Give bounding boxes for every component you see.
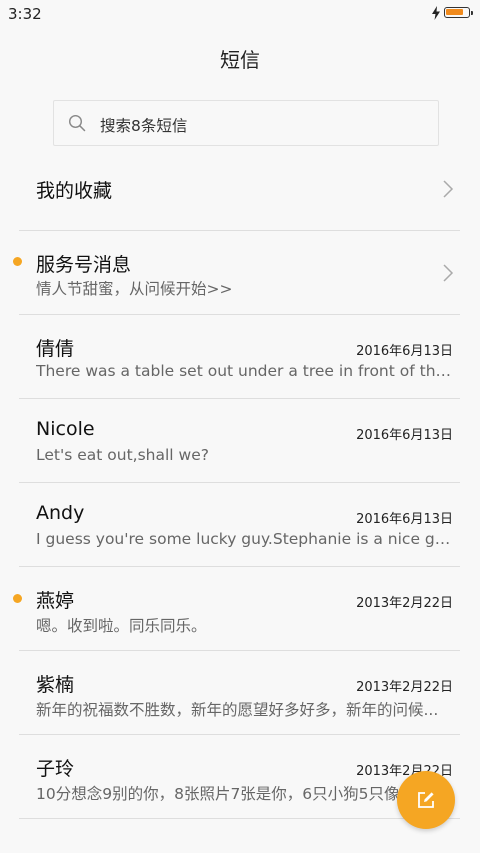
contact-name: 燕婷 xyxy=(36,590,75,612)
chevron-right-icon xyxy=(443,180,454,198)
conversation-row[interactable]: 紫楠 2013年2月22日新年的祝福数不胜数，新年的愿望好多好多，新年的问候... xyxy=(0,651,480,735)
divider xyxy=(19,818,460,819)
conversation-row[interactable]: Nicole 2016年6月13日 Let's eat out,shall we? xyxy=(0,399,480,483)
conversation-row[interactable]: 燕婷 2013年2月22日嗯。收到啦。同乐同乐。 xyxy=(0,567,480,651)
status-bar: 3:32 xyxy=(0,0,480,28)
status-time: 3:32 xyxy=(8,5,42,23)
message-date: 2013年2月22日 xyxy=(356,680,453,695)
search-input[interactable]: 搜索8条短信 xyxy=(53,100,439,146)
page-title: 短信 xyxy=(220,48,260,72)
favorites-label: 我的收藏 xyxy=(36,180,113,202)
contact-name: 紫楠 xyxy=(36,674,75,696)
message-date: 2016年6月13日 xyxy=(356,512,453,527)
battery-tip xyxy=(471,11,473,15)
service-title: 服务号消息 xyxy=(36,254,132,276)
charging-icon xyxy=(432,6,440,20)
compose-button[interactable] xyxy=(397,771,455,829)
battery-level xyxy=(446,9,463,15)
unread-dot xyxy=(13,594,22,603)
message-snippet: I guess you're some lucky guy.Stephanie … xyxy=(36,530,454,548)
search-placeholder: 搜索8条短信 xyxy=(100,117,188,135)
message-snippet: There was a table set out under a tree i… xyxy=(36,362,454,380)
message-snippet: Let's eat out,shall we? xyxy=(36,446,209,464)
service-snippet: 情人节甜蜜，从问候开始>> xyxy=(36,280,233,298)
message-date: 2013年2月22日 xyxy=(356,596,453,611)
battery-icon xyxy=(444,7,473,18)
message-snippet: 新年的祝福数不胜数，新年的愿望好多好多，新年的问候... xyxy=(36,701,439,719)
unread-dot xyxy=(13,257,22,266)
compose-icon xyxy=(418,792,434,808)
contact-name: 倩倩 xyxy=(36,338,75,360)
conversation-row[interactable]: Andy 2016年6月13日 I guess you're some lucky … xyxy=(0,483,480,567)
favorites-row[interactable]: 我的收藏 xyxy=(0,150,480,230)
contact-name: 子玲 xyxy=(36,758,75,780)
search-icon xyxy=(68,114,86,132)
message-date: 2016年6月13日 xyxy=(356,344,453,359)
message-snippet: 10分想念9别的你，8张照片7张是你，6只小狗5只像你... xyxy=(36,785,430,803)
message-date: 2016年6月13日 xyxy=(356,428,453,443)
contact-name: Andy xyxy=(36,502,85,524)
contact-name: Nicole xyxy=(36,418,95,440)
service-messages-row[interactable]: 服务号消息 情人节甜蜜，从问候开始>> xyxy=(0,231,480,314)
chevron-right-icon xyxy=(443,264,454,282)
message-snippet: 嗯。收到啦。同乐同乐。 xyxy=(36,617,207,635)
conversation-row[interactable]: 倩倩 2016年6月13日 There was a table set out un… xyxy=(0,315,480,399)
